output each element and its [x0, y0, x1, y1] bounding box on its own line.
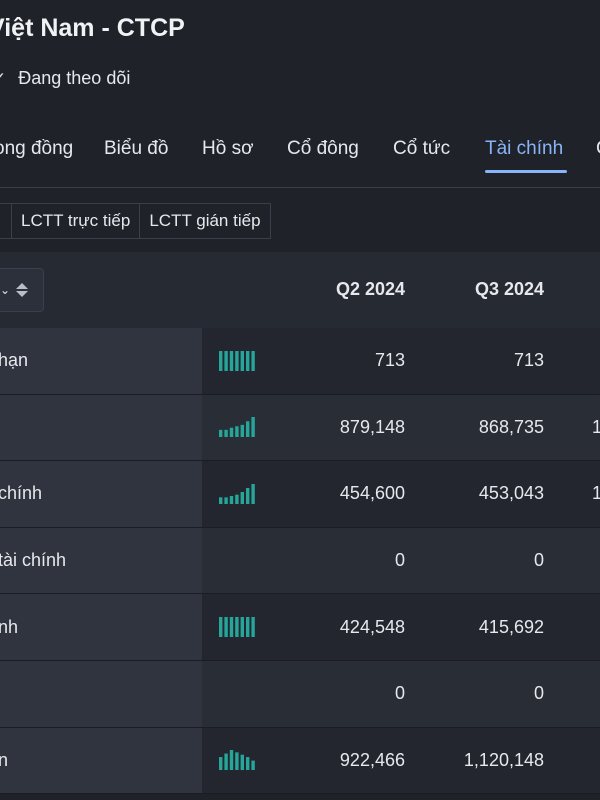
sparkline-bar: [235, 494, 239, 504]
sparkline-bar: [229, 617, 234, 638]
tab-co-tuc[interactable]: Cổ tức: [393, 138, 450, 160]
sparkline-bar: [229, 350, 234, 371]
cell-next-period-cut: 1: [592, 483, 600, 504]
row-label-cell: [0, 660, 202, 727]
table-row[interactable]: 00: [0, 660, 600, 728]
report-subtabs: LCTT trực tiếp LCTT gián tiếp: [0, 203, 271, 239]
table-row[interactable]: chính 454,600 453,043 1: [0, 461, 600, 528]
sparkline-bar: [224, 350, 228, 371]
trend-sparkline: [219, 461, 257, 527]
row-label-cell: tài chính: [0, 527, 202, 594]
cell-next-period-cut: 1: [592, 416, 600, 437]
main-tabs: ong đồng Biểu đồ Hồ sơ Cổ đông Cổ tức Tà…: [0, 138, 600, 188]
table-row[interactable]: tài chính 0 0: [0, 527, 600, 595]
sparkline-bar: [229, 428, 234, 438]
trend-sparkline: [219, 594, 257, 660]
trend-sparkline: [219, 728, 257, 794]
row-label: tài chính: [0, 550, 67, 571]
sparkline-bar: [235, 426, 239, 438]
financial-table: ⌄ Q2 2024 Q3 2024 hạn 713 713 879,148 868,73…: [0, 252, 600, 795]
row-label: hạn: [0, 350, 29, 371]
company-title: Việt Nam - CTCP: [0, 14, 185, 42]
cell-q3-2024: 713: [513, 350, 544, 371]
sparkline-bar: [235, 752, 239, 771]
sparkline-bar: [229, 495, 234, 504]
sparkline-bar: [224, 753, 228, 771]
sparkline-bar: [240, 755, 244, 771]
sparkline-bar: [240, 491, 244, 504]
check-icon: ✓: [0, 69, 6, 89]
row-label-cell: [0, 394, 202, 461]
sparkline-bar: [219, 617, 223, 638]
table-row[interactable]: n 922,466 1,120,148: [0, 727, 600, 795]
cell-q2-2024: 0: [394, 550, 405, 571]
row-label-cell: hạn: [0, 328, 202, 394]
sparkline-bar: [224, 617, 228, 638]
sparkline-bar: [240, 425, 244, 438]
trend-sparkline: [219, 395, 257, 461]
table-row[interactable]: 879,148 868,735 1: [0, 394, 600, 462]
row-label-cell: nh: [0, 594, 202, 660]
sort-selector[interactable]: ⌄: [0, 268, 44, 312]
sparkline-bar: [229, 750, 234, 771]
column-header-q2-2024[interactable]: Q2 2024: [336, 279, 405, 300]
follow-label: Đang theo dõi: [18, 68, 131, 88]
cell-q2-2024: 424,548: [339, 616, 405, 637]
sparkline-bar: [219, 757, 223, 771]
sparkline-bar: [219, 497, 223, 504]
cell-q3-2024: 453,043: [478, 483, 544, 504]
tab-bieu-do[interactable]: Biểu đồ: [104, 138, 168, 160]
row-label: n: [0, 749, 9, 770]
cell-q2-2024: 713: [374, 350, 405, 371]
active-tab-indicator: [485, 170, 567, 173]
tab-cut-off[interactable]: C: [596, 138, 600, 160]
sparkline-bar: [251, 760, 255, 771]
sparkline-bar: [224, 497, 228, 504]
dropdown-icon: ⌄: [0, 283, 11, 297]
cell-q3-2024: 415,692: [478, 616, 544, 637]
sparkline-bar: [219, 430, 223, 438]
sparkline-bar: [246, 617, 250, 638]
sparkline-bar: [251, 350, 255, 371]
sparkline-bar: [240, 617, 244, 638]
cell-q2-2024: 879,148: [339, 416, 405, 437]
sparkline-bar: [251, 617, 255, 638]
sort-icon: [16, 283, 29, 297]
tab-giao-dich-khop-lenh[interactable]: ong đồng: [0, 138, 73, 160]
table-row[interactable]: hạn 713 713: [0, 328, 600, 395]
sparkline-bar: [235, 617, 239, 638]
tab-co-dong[interactable]: Cổ đông: [287, 138, 359, 160]
cell-q2-2024: 0: [394, 683, 405, 704]
sparkline-bar: [240, 350, 244, 371]
column-header-q3-2024[interactable]: Q3 2024: [475, 279, 544, 300]
table-header: ⌄ Q2 2024 Q3 2024: [0, 252, 600, 328]
sparkline-bar: [246, 487, 250, 504]
table-row[interactable]: nh 424,548 415,692: [0, 594, 600, 661]
sparkline-bar: [224, 430, 228, 438]
sparkline-bar: [251, 483, 255, 504]
follow-status[interactable]: ✓ Đang theo dõi: [0, 68, 130, 89]
cell-q3-2024: 868,735: [478, 416, 544, 437]
sparkline-bar: [246, 421, 250, 438]
cell-q3-2024: 0: [533, 550, 544, 571]
subtab-lctt-truc-tiep[interactable]: LCTT trực tiếp: [11, 203, 141, 239]
cell-q3-2024: 1,120,148: [463, 749, 544, 770]
sparkline-bar: [246, 757, 250, 771]
tab-ho-so[interactable]: Hồ sơ: [202, 138, 254, 160]
sparkline-bar: [251, 417, 255, 438]
cell-q2-2024: 454,600: [339, 483, 405, 504]
row-label-cell: n: [0, 727, 202, 794]
sparkline-bar: [246, 350, 250, 371]
row-label: chính: [0, 483, 43, 504]
subtab-lctt-gian-tiep[interactable]: LCTT gián tiếp: [139, 203, 271, 239]
tab-tai-chinh[interactable]: Tài chính: [485, 138, 563, 160]
cell-q2-2024: 922,466: [339, 749, 405, 770]
sparkline-bar: [235, 350, 239, 371]
row-label: nh: [0, 616, 19, 637]
trend-sparkline: [219, 328, 257, 394]
cell-q3-2024: 0: [533, 683, 544, 704]
row-label-cell: chính: [0, 461, 202, 527]
sparkline-bar: [219, 350, 223, 371]
